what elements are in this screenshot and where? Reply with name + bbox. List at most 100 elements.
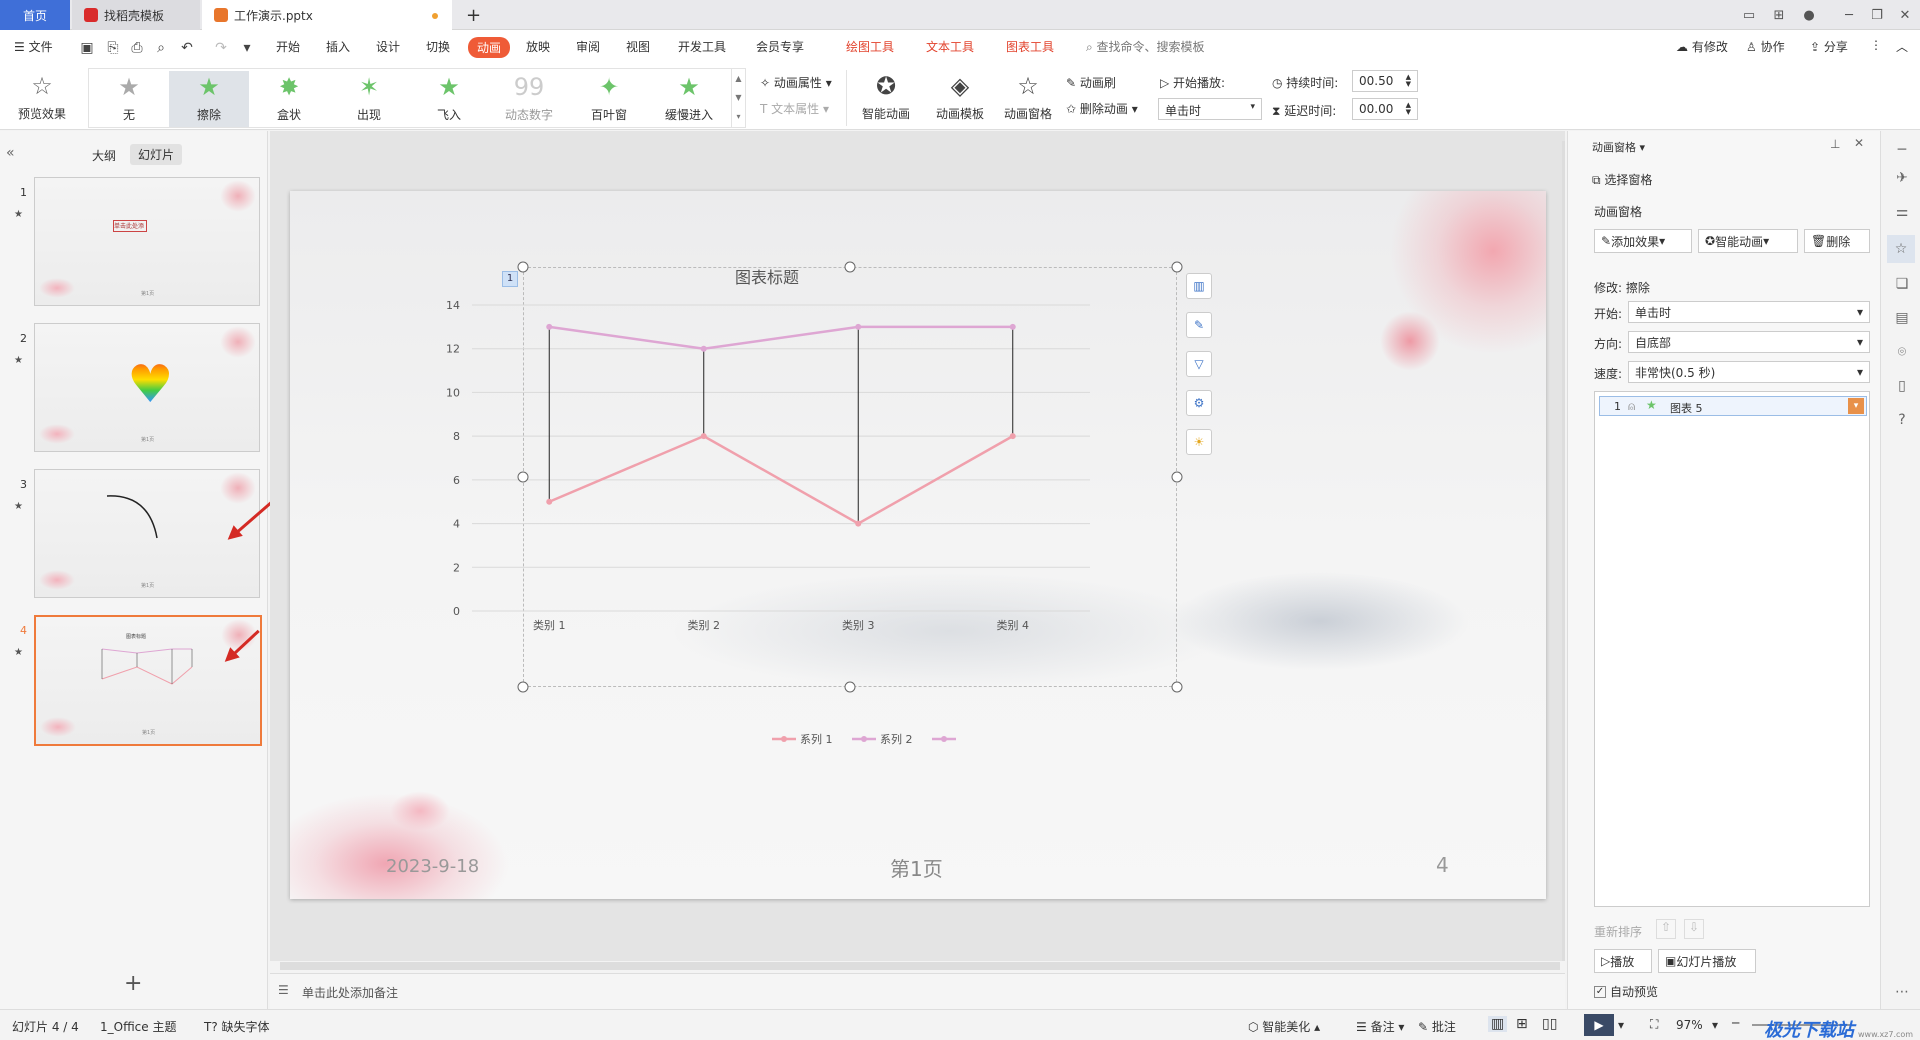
reading-view-icon[interactable]: ▯▯: [1542, 1016, 1557, 1032]
close-icon[interactable]: ✕: [1892, 4, 1918, 26]
speed-dropdown[interactable]: 非常快(0.5 秒) ▾: [1628, 361, 1870, 383]
move-down-icon[interactable]: ⇩: [1684, 919, 1704, 939]
auto-preview-checkbox[interactable]: ✓ 自动预览: [1594, 983, 1658, 1000]
grid-view-icon[interactable]: ⊞: [1516, 1016, 1528, 1032]
slides-tab[interactable]: 幻灯片: [130, 144, 183, 165]
zoom-out-icon[interactable]: ─: [1732, 1016, 1739, 1030]
save-icon[interactable]: ▣: [78, 39, 96, 57]
transition-icon[interactable]: ❏: [1893, 275, 1911, 293]
restore-icon[interactable]: ❐: [1864, 4, 1890, 26]
changes-button[interactable]: ☁ 有修改: [1676, 38, 1728, 55]
horizontal-scrollbar[interactable]: [280, 962, 1560, 970]
start-dropdown[interactable]: 单击时 ▾: [1628, 301, 1870, 323]
effect-appear[interactable]: ✶ 出现: [329, 71, 409, 127]
duration-input[interactable]: 00.50 ▲ ▼: [1352, 70, 1418, 92]
text-props-button[interactable]: T 文本属性 ▾: [760, 100, 829, 117]
export-icon[interactable]: ⎘: [104, 39, 122, 57]
smart-anim-pane-button[interactable]: ✪ 智能动画 ▾: [1698, 229, 1798, 253]
comments-button[interactable]: ✎ 批注: [1418, 1018, 1456, 1035]
minimize-icon[interactable]: ─: [1836, 4, 1862, 26]
sliders-icon[interactable]: ⚌: [1893, 203, 1911, 221]
slide-thumb-4[interactable]: 图表标题 第1页: [34, 615, 262, 746]
anim-template-button[interactable]: ◈ 动画模板: [926, 68, 994, 126]
preview-icon[interactable]: ⌕: [152, 39, 170, 57]
animation-list-item[interactable]: 1 ⍝ ★ 图表 5 ▾: [1599, 396, 1867, 416]
zoom-dropdown-icon[interactable]: ▾: [1712, 1018, 1718, 1032]
play-dropdown-icon[interactable]: ▾: [1618, 1018, 1624, 1032]
chart-style-icon[interactable]: ✎: [1186, 312, 1212, 338]
effect-blinds[interactable]: ✦ 百叶窗: [569, 71, 649, 127]
delete-button[interactable]: 🗑 删除: [1804, 229, 1870, 253]
menu-start[interactable]: 开始: [276, 38, 300, 55]
fit-window-icon[interactable]: ⛶: [1650, 1017, 1658, 1032]
location-icon[interactable]: ⌾: [1893, 343, 1911, 361]
move-up-icon[interactable]: ⇧: [1656, 919, 1676, 939]
layout-icon[interactable]: ▭: [1736, 4, 1762, 26]
menu-review[interactable]: 审阅: [576, 38, 600, 55]
file-menu[interactable]: ☰ 文件: [14, 38, 53, 55]
redo-icon[interactable]: ↷: [212, 39, 230, 57]
notes-bar[interactable]: ☰ 单击此处添加备注: [270, 973, 1565, 1009]
theme-name[interactable]: 1_Office 主题: [100, 1018, 176, 1035]
gallery-scroll[interactable]: ▲ ▼ ▾: [731, 69, 745, 127]
print-icon[interactable]: ⎙: [128, 39, 146, 57]
pin-icon[interactable]: ⊥: [1830, 137, 1840, 151]
bulb-icon[interactable]: ☀: [1186, 429, 1212, 455]
slide-thumb-2[interactable]: ♥ 第1页: [34, 323, 260, 452]
effect-slow-enter[interactable]: ★ 缓慢进入: [649, 71, 729, 127]
menu-view[interactable]: 视图: [626, 38, 650, 55]
missing-font-button[interactable]: T? 缺失字体: [204, 1018, 270, 1035]
image-icon[interactable]: ▤: [1893, 309, 1911, 327]
command-search[interactable]: ⌕ 查找命令、搜索模板: [1086, 38, 1205, 55]
notes-button[interactable]: ☰ 备注 ▾: [1356, 1018, 1404, 1035]
avatar[interactable]: ●: [1796, 4, 1822, 26]
tab-home[interactable]: 首页: [0, 0, 70, 30]
delay-input[interactable]: 00.00 ▲ ▼: [1352, 98, 1418, 120]
chart-filter-icon[interactable]: ▽: [1186, 351, 1212, 377]
collapse-panel-icon[interactable]: «: [6, 145, 15, 161]
smart-anim-button[interactable]: ✪ 智能动画: [852, 68, 920, 126]
menu-developer[interactable]: 开发工具: [678, 38, 726, 55]
undo-icon[interactable]: ↶: [178, 39, 196, 57]
menu-member[interactable]: 会员专享: [756, 38, 804, 55]
effect-wipe[interactable]: ★ 擦除: [169, 71, 249, 127]
minus-icon[interactable]: ─: [1893, 141, 1911, 159]
select-pane-button[interactable]: ⧉ 选择窗格: [1592, 171, 1652, 188]
smart-beautify-button[interactable]: ⬡ 智能美化 ▴: [1248, 1018, 1320, 1035]
effect-none[interactable]: ★ 无: [89, 71, 169, 127]
menu-animation[interactable]: 动画: [468, 37, 511, 58]
share-button[interactable]: ⇪ 分享: [1810, 38, 1848, 55]
item-dropdown-icon[interactable]: ▾: [1848, 398, 1864, 414]
pane-title[interactable]: 动画窗格 ▾: [1592, 139, 1645, 155]
collaborate-button[interactable]: ♙ 协作: [1746, 38, 1785, 55]
anim-pane-button[interactable]: ☆ 动画窗格: [1000, 68, 1056, 126]
play-slideshow-icon[interactable]: ▶: [1584, 1014, 1614, 1036]
start-select[interactable]: 单击时 ▾: [1158, 98, 1262, 120]
effect-box[interactable]: ✸ 盒状: [249, 71, 329, 127]
menu-insert[interactable]: 插入: [326, 38, 350, 55]
add-slide-icon[interactable]: +: [124, 971, 142, 996]
effect-fly-in[interactable]: ★ 飞入: [409, 71, 489, 127]
book-icon[interactable]: ▯: [1893, 377, 1911, 395]
outline-tab[interactable]: 大纲: [92, 147, 116, 164]
new-tab-button[interactable]: +: [460, 0, 490, 30]
effect-dynamic-number[interactable]: 99 动态数字: [489, 71, 569, 127]
slide-thumb-1[interactable]: 单击此处添加标题 第1页: [34, 177, 260, 306]
anim-brush-button[interactable]: ✎ 动画刷: [1066, 74, 1116, 91]
settings-icon[interactable]: ⚙: [1186, 390, 1212, 416]
slideshow-button[interactable]: ▣ 幻灯片播放: [1658, 949, 1756, 973]
animation-star-icon[interactable]: ☆: [1887, 235, 1915, 263]
close-pane-icon[interactable]: ✕: [1854, 136, 1864, 150]
direction-dropdown[interactable]: 自底部 ▾: [1628, 331, 1870, 353]
tab-document[interactable]: 工作演示.pptx: [202, 0, 452, 30]
menu-slideshow[interactable]: 放映: [526, 38, 550, 55]
menu-text-tools[interactable]: 文本工具: [926, 38, 974, 55]
anim-props-button[interactable]: ✧ 动画属性 ▾: [760, 74, 832, 91]
more-apps-icon[interactable]: ⋯: [1893, 983, 1911, 1001]
menu-design[interactable]: 设计: [376, 38, 400, 55]
rocket-icon[interactable]: ✈: [1893, 169, 1911, 187]
zoom-level[interactable]: 97%: [1676, 1018, 1703, 1032]
slide[interactable]: 2023-9-18 第1页 4 1 图表标题 0 2 4 6 8 10 12 14 类别 1 类别 …: [290, 191, 1546, 899]
menu-transition[interactable]: 切换: [426, 38, 450, 55]
more-dropdown-icon[interactable]: ▾: [238, 39, 256, 57]
